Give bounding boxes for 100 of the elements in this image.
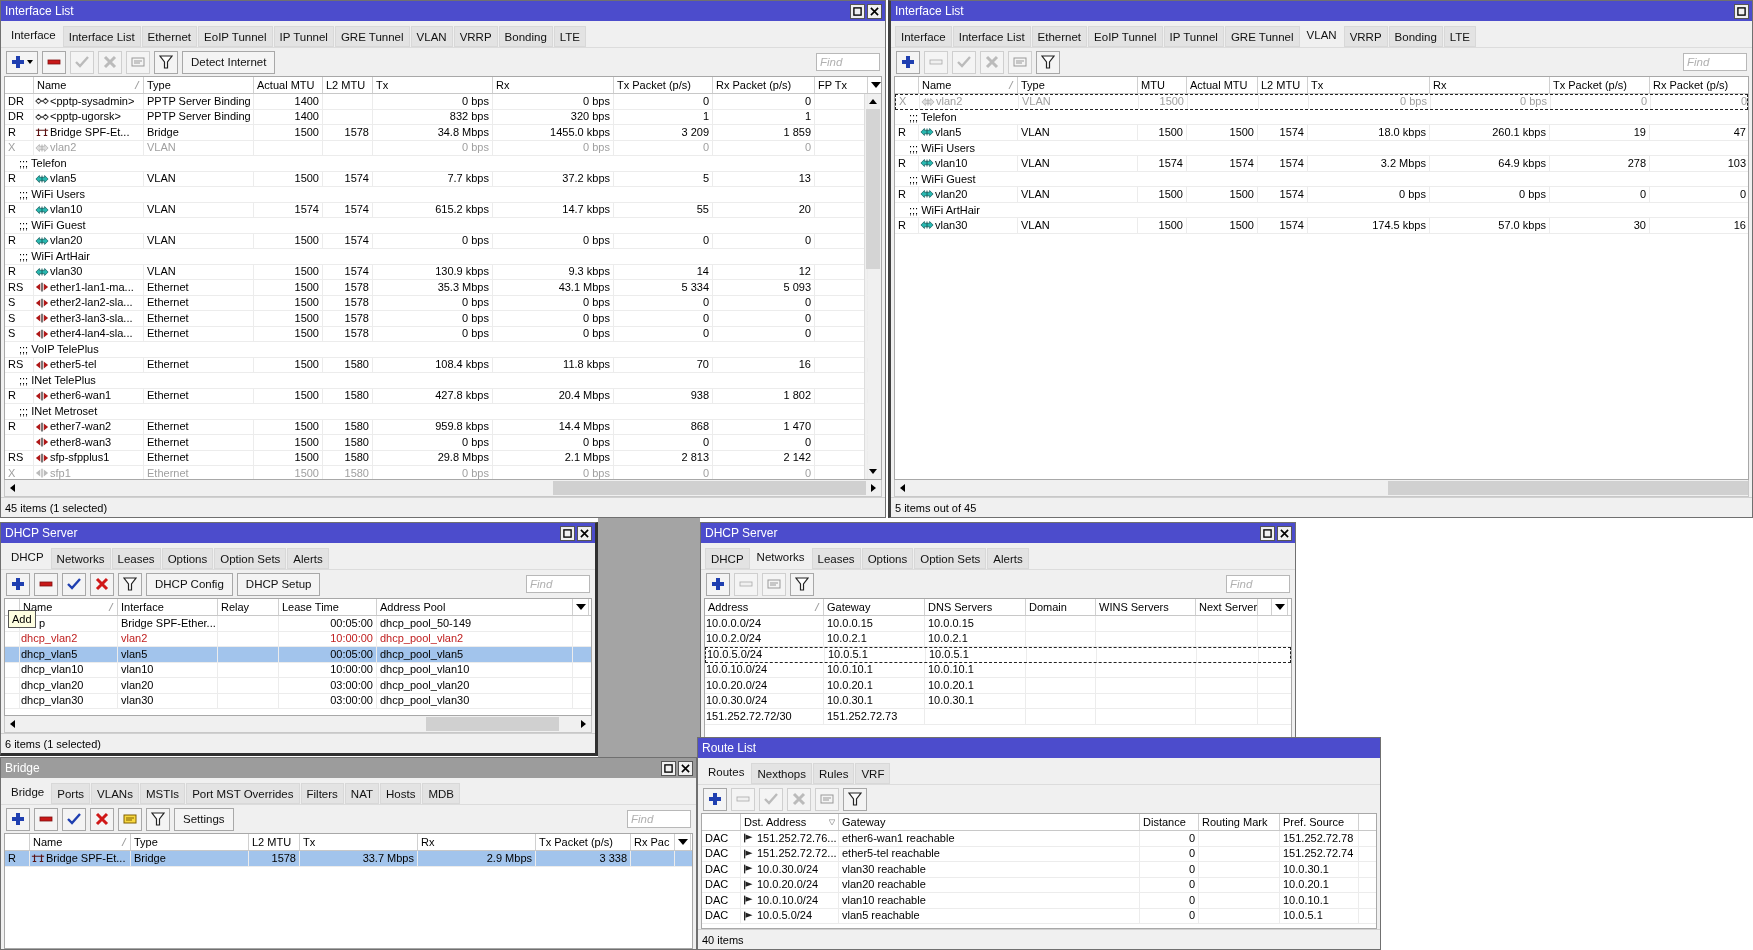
table-row[interactable]: DAC 10.0.20.0/24 vlan20 reachable 0 10.0.20.1 bbox=[702, 877, 1376, 893]
table-row[interactable]: DAC 10.0.5.0/24 vlan5 reachable 0 10.0.5.1 bbox=[702, 908, 1376, 924]
column-header[interactable]: Name bbox=[919, 77, 1018, 93]
column-header[interactable]: Dst. Address bbox=[741, 814, 839, 830]
column-header[interactable]: Distance bbox=[1140, 814, 1199, 830]
column-header[interactable]: Rx bbox=[418, 834, 536, 850]
title-bar[interactable]: Route List bbox=[698, 738, 1380, 758]
tab[interactable]: Filters bbox=[300, 783, 344, 804]
find-field[interactable]: Find bbox=[526, 575, 590, 593]
tab[interactable]: Rules bbox=[813, 763, 855, 784]
horizontal-scrollbar[interactable] bbox=[894, 480, 1749, 497]
down-arrow-icon[interactable] bbox=[869, 469, 877, 474]
tab[interactable]: VRRP bbox=[453, 26, 498, 47]
tab[interactable]: NAT bbox=[344, 783, 379, 804]
table-row[interactable]: dhcp_vlan20 vlan20 03:00:00 dhcp_pool_vlan20 bbox=[5, 678, 591, 694]
column-header[interactable]: Type bbox=[144, 77, 254, 93]
tab[interactable]: Options bbox=[861, 548, 914, 569]
close-button[interactable] bbox=[867, 3, 882, 19]
find-field[interactable]: Find bbox=[627, 810, 691, 828]
tab[interactable]: GRE Tunnel bbox=[334, 26, 410, 47]
column-header[interactable]: Next Server bbox=[1196, 599, 1258, 615]
tab[interactable]: Hosts bbox=[380, 783, 422, 804]
column-header[interactable]: Address Pool bbox=[377, 599, 573, 615]
tab[interactable]: VRRP bbox=[1343, 26, 1388, 47]
table-row[interactable]: R Bridge SPF-Et... Bridge 1578 33.7 Mbps 2.9 Mbps 3 338 bbox=[5, 851, 692, 867]
tab[interactable]: Ethernet bbox=[1031, 26, 1088, 47]
tab[interactable]: Alerts bbox=[987, 548, 1029, 569]
disable-button[interactable] bbox=[90, 572, 114, 596]
table-row[interactable]: DAC 151.252.72.72... ether5-tel reachable 0 151.252.72.74 bbox=[702, 846, 1376, 862]
enable-button[interactable] bbox=[62, 572, 86, 596]
dropdown-arrow-icon[interactable] bbox=[870, 82, 881, 88]
column-header[interactable]: Tx Packet (p/s) bbox=[614, 77, 713, 93]
add-button[interactable] bbox=[896, 50, 920, 74]
enable-button[interactable] bbox=[62, 807, 86, 831]
column-header[interactable]: Relay bbox=[218, 599, 279, 615]
maximize-button[interactable] bbox=[1734, 3, 1749, 19]
table-row[interactable]: 151.252.72.72/30 151.252.72.73 bbox=[705, 709, 1291, 725]
table-row[interactable]: DR <pptp-ugorsk> PPTP Server Binding 1400 832 bps 320 bps 1 1 bbox=[5, 109, 864, 125]
filter-button[interactable] bbox=[843, 787, 867, 811]
tab[interactable]: MSTIs bbox=[139, 783, 186, 804]
column-header[interactable]: Tx bbox=[1308, 77, 1430, 93]
table-row[interactable]: R vlan20 VLAN 1500 1574 0 bps 0 bps 0 0 bbox=[5, 233, 864, 249]
tab[interactable]: VLANs bbox=[91, 783, 139, 804]
column-header[interactable]: Type bbox=[1018, 77, 1138, 93]
column-header[interactable]: DNS Servers bbox=[925, 599, 1026, 615]
remove-button[interactable] bbox=[34, 572, 58, 596]
column-header[interactable]: FP Tx bbox=[815, 77, 868, 93]
title-bar[interactable]: DHCP Server bbox=[701, 523, 1295, 543]
filter-button[interactable] bbox=[146, 807, 170, 831]
find-field[interactable]: Find bbox=[816, 53, 880, 71]
column-header[interactable]: Gateway bbox=[824, 599, 925, 615]
add-button[interactable] bbox=[6, 807, 30, 831]
column-header[interactable]: Rx Packet (p/s) bbox=[713, 77, 815, 93]
column-header[interactable]: Lease Time bbox=[279, 599, 377, 615]
column-header[interactable]: Rx bbox=[1430, 77, 1550, 93]
add-button[interactable] bbox=[703, 787, 727, 811]
filter-button[interactable] bbox=[154, 50, 178, 74]
table-row[interactable]: DAC 151.252.72.76... ether6-wan1 reachable 0 151.252.72.78 bbox=[702, 831, 1376, 847]
column-header[interactable]: MTU bbox=[1138, 77, 1187, 93]
column-header[interactable]: Rx bbox=[493, 77, 614, 93]
left-arrow-icon[interactable] bbox=[10, 720, 15, 728]
up-arrow-icon[interactable] bbox=[869, 99, 877, 104]
tab[interactable]: Leases bbox=[811, 548, 861, 569]
filter-button[interactable] bbox=[790, 572, 814, 596]
column-header[interactable]: L2 MTU bbox=[323, 77, 373, 93]
column-header[interactable]: L2 MTU bbox=[1258, 77, 1308, 93]
table-row[interactable]: 10.0.5.0/24 10.0.5.1 10.0.5.1 bbox=[705, 647, 1291, 663]
add-button[interactable] bbox=[6, 50, 38, 74]
toolbar-button[interactable]: Settings bbox=[174, 807, 234, 831]
tab[interactable]: IP Tunnel bbox=[273, 26, 334, 47]
title-bar[interactable]: DHCP Server bbox=[1, 523, 595, 543]
tab[interactable]: LTE bbox=[553, 26, 587, 47]
tab[interactable]: Option Sets bbox=[914, 548, 987, 569]
close-button[interactable] bbox=[1277, 525, 1292, 541]
table-row[interactable]: 10.0.10.0/24 10.0.10.1 10.0.10.1 bbox=[705, 662, 1291, 678]
tab[interactable]: Option Sets bbox=[214, 548, 287, 569]
tab[interactable]: Port MST Overrides bbox=[186, 783, 300, 804]
column-header[interactable]: Tx bbox=[373, 77, 493, 93]
filter-button[interactable] bbox=[118, 572, 142, 596]
title-bar[interactable]: Interface List bbox=[891, 1, 1752, 21]
column-header[interactable]: Rx Packet (p/s) bbox=[1650, 77, 1748, 93]
dropdown-arrow-icon[interactable] bbox=[1274, 604, 1285, 610]
column-header[interactable]: Domain bbox=[1026, 599, 1096, 615]
close-button[interactable] bbox=[577, 525, 592, 541]
tab[interactable]: IP Tunnel bbox=[1163, 26, 1224, 47]
table-row[interactable]: dhcp_vlan10 vlan10 10:00:00 dhcp_pool_vlan10 bbox=[5, 662, 591, 678]
tab[interactable]: GRE Tunnel bbox=[1224, 26, 1300, 47]
horizontal-scrollbar[interactable] bbox=[4, 716, 592, 733]
table-row[interactable]: R vlan5 VLAN 1500 1574 7.7 kbps 37.2 kbps 5 13 bbox=[5, 171, 864, 187]
add-button[interactable] bbox=[706, 572, 730, 596]
column-header[interactable]: Actual MTU bbox=[1187, 77, 1258, 93]
column-header[interactable]: Tx bbox=[300, 834, 418, 850]
maximize-button[interactable] bbox=[1260, 525, 1275, 541]
column-header[interactable]: WINS Servers bbox=[1096, 599, 1196, 615]
table-row[interactable]: R vlan10 VLAN 1574 1574 615.2 kbps 14.7 kbps 55 20 bbox=[5, 202, 864, 218]
table-row[interactable]: R Bridge SPF-Et... Bridge 1500 1578 34.8 Mbps 1455.0 kbps 3 209 1 859 bbox=[5, 125, 864, 141]
table-row[interactable]: 10.0.0.0/24 10.0.0.15 10.0.0.15 bbox=[705, 616, 1291, 632]
toolbar-button[interactable]: DHCP Setup bbox=[236, 572, 321, 596]
table-row[interactable]: Add p Bridge SPF-Ether... 00:05:00 dhcp_pool_50-149 bbox=[5, 616, 591, 632]
tab[interactable]: Options bbox=[161, 548, 214, 569]
